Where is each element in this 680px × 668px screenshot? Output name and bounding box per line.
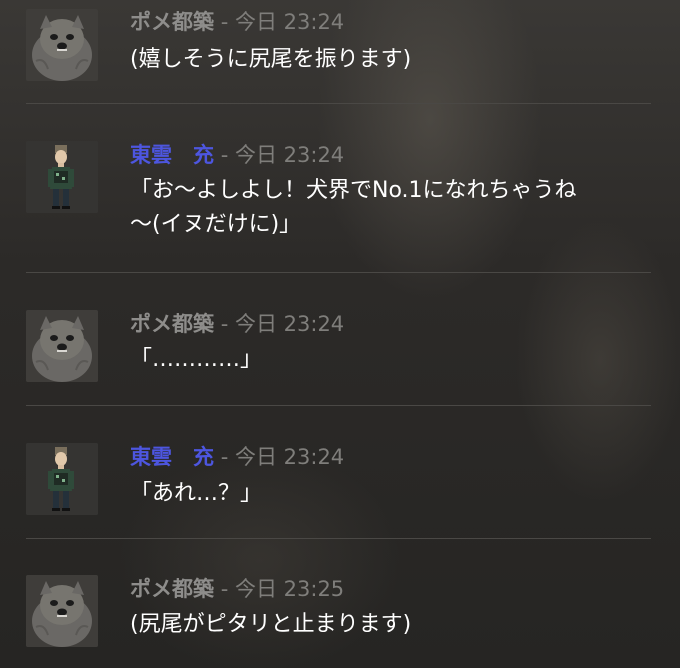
message-line: 「…………」: [130, 347, 263, 372]
soldier-avatar-icon[interactable]: [26, 141, 98, 213]
speaker-name[interactable]: ポメ都築: [130, 10, 214, 34]
timestamp-time: 23:24: [283, 10, 345, 34]
timestamp-time: 23:24: [283, 143, 345, 167]
pomeranian-avatar-icon[interactable]: [26, 575, 98, 647]
timestamp-day: 今日: [234, 577, 277, 601]
speaker-name[interactable]: ポメ都築: [130, 577, 214, 601]
message-header: ポメ都築 - 今日 23:24: [130, 9, 344, 35]
message-line: (尻尾がピタリと止まります): [130, 612, 412, 637]
speaker-name[interactable]: 東雲 充: [130, 143, 214, 167]
message-body: 「…………」: [130, 343, 670, 377]
message-body: (尻尾がピタリと止まります): [130, 608, 670, 642]
pomeranian-avatar-icon[interactable]: [26, 310, 98, 382]
message-divider: [26, 272, 651, 273]
timestamp-day: 今日: [234, 312, 277, 336]
message-line: 「お～よしよし！犬界でNo.1になれちゃうね: [130, 178, 577, 203]
speaker-name[interactable]: 東雲 充: [130, 445, 214, 469]
chat-log: ポメ都築 - 今日 23:24 (嬉しそうに尻尾を振ります) 東雲 充 - 今日…: [0, 0, 680, 668]
timestamp-day: 今日: [234, 445, 277, 469]
message-header: ポメ都築 - 今日 23:24: [130, 311, 344, 337]
header-separator: -: [220, 445, 229, 469]
message-line: (嬉しそうに尻尾を振ります): [130, 47, 412, 72]
pomeranian-avatar-icon[interactable]: [26, 9, 98, 81]
header-separator: -: [220, 312, 229, 336]
message-header: 東雲 充 - 今日 23:24: [130, 142, 344, 168]
timestamp-day: 今日: [234, 143, 277, 167]
header-separator: -: [220, 577, 229, 601]
timestamp-day: 今日: [234, 10, 277, 34]
timestamp-time: 23:24: [283, 312, 345, 336]
message-header: 東雲 充 - 今日 23:24: [130, 444, 344, 470]
message-divider: [26, 538, 651, 539]
header-separator: -: [220, 143, 229, 167]
header-separator: -: [220, 10, 229, 34]
message-body: 「お～よしよし！犬界でNo.1になれちゃうね ～(イヌだけに)」: [130, 174, 670, 242]
message-body: 「あれ…？」: [130, 477, 670, 511]
soldier-avatar-icon[interactable]: [26, 443, 98, 515]
message-line: 「あれ…？」: [130, 481, 263, 506]
timestamp-time: 23:24: [283, 445, 345, 469]
message-header: ポメ都築 - 今日 23:25: [130, 576, 344, 602]
message-line: ～(イヌだけに)」: [130, 212, 302, 237]
timestamp-time: 23:25: [283, 577, 345, 601]
message-divider: [26, 103, 651, 104]
message-divider: [26, 405, 651, 406]
speaker-name[interactable]: ポメ都築: [130, 312, 214, 336]
message-body: (嬉しそうに尻尾を振ります): [130, 43, 670, 77]
